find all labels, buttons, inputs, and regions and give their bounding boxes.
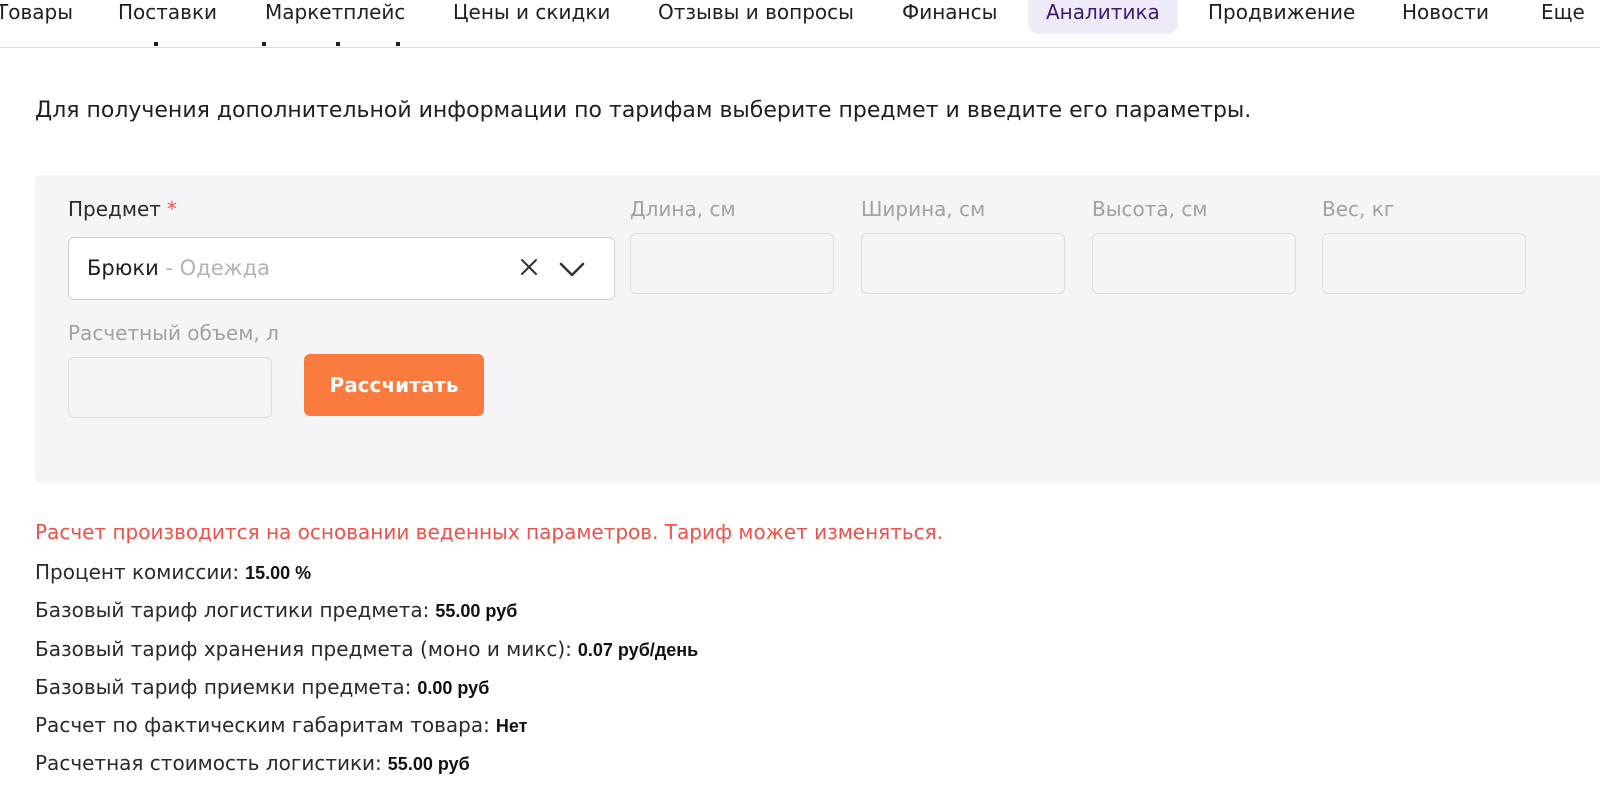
intro-text: Для получения дополнительной информации … (35, 98, 1252, 123)
nav-item-more[interactable]: Еще (1541, 0, 1585, 34)
result-label: Базовый тариф хранения предмета (моно и … (35, 637, 572, 661)
nav-item-finance[interactable]: Финансы (902, 0, 997, 34)
nav-item-news[interactable]: Новости (1402, 0, 1489, 34)
height-label: Высота, см (1092, 197, 1208, 221)
height-input[interactable] (1092, 233, 1296, 294)
nav-item-analytics[interactable]: Аналитика (1028, 0, 1178, 34)
result-value: 0.07 руб/день (577, 640, 699, 660)
nav-item-marketplace[interactable]: Маркетплейс (265, 0, 405, 34)
length-input[interactable] (630, 233, 834, 294)
width-input[interactable] (861, 233, 1065, 294)
required-mark: * (166, 197, 177, 221)
result-row-logistics-cost: Расчетная стоимость логистики: 55.00 руб (35, 751, 470, 775)
result-row-commission: Процент комиссии: 15.00 % (35, 560, 311, 584)
weight-input[interactable] (1322, 233, 1526, 294)
clear-icon[interactable] (517, 255, 541, 279)
tariff-form-panel: Предмет * Брюки - Одежда Длина, см Ширина… (35, 175, 1600, 483)
result-label: Расчетная стоимость логистики: (35, 751, 382, 775)
result-label: Расчет по фактическим габаритам товара: (35, 713, 490, 737)
clipped-text-fragment (150, 36, 420, 46)
result-row-actual-dimensions: Расчет по фактическим габаритам товара: Н… (35, 713, 527, 737)
calculate-button[interactable]: Рассчитать (304, 354, 484, 416)
top-navigation: Товары Поставки Маркетплейс Цены и скидк… (0, 0, 1600, 48)
result-value: 55.00 руб (435, 601, 518, 621)
result-value: Нет (495, 716, 528, 736)
subject-select[interactable]: Брюки - Одежда (68, 237, 615, 300)
width-label: Ширина, см (861, 197, 986, 221)
subject-category: - Одежда (158, 256, 270, 280)
result-value: 0.00 руб (417, 678, 490, 698)
length-label: Длина, см (630, 197, 736, 221)
result-row-logistics-tariff: Базовый тариф логистики предмета: 55.00 р… (35, 598, 517, 622)
volume-label: Расчетный объем, л (68, 321, 279, 345)
result-label: Базовый тариф логистики предмета: (35, 598, 430, 622)
nav-item-reviews[interactable]: Отзывы и вопросы (658, 0, 854, 34)
nav-item-prices[interactable]: Цены и скидки (453, 0, 610, 34)
result-label: Процент комиссии: (35, 560, 240, 584)
weight-label: Вес, кг (1322, 197, 1395, 221)
subject-select-value: Брюки - Одежда (87, 256, 270, 280)
subject-label: Предмет * (68, 197, 177, 221)
nav-item-goods[interactable]: Товары (0, 0, 73, 34)
result-value: 15.00 % (245, 563, 312, 583)
result-label: Базовый тариф приемки предмета: (35, 675, 412, 699)
volume-input[interactable] (68, 357, 272, 418)
result-row-storage-tariff: Базовый тариф хранения предмета (моно и … (35, 637, 698, 661)
subject-value: Брюки (87, 256, 159, 280)
result-value: 55.00 руб (387, 754, 470, 774)
chevron-down-icon[interactable] (557, 256, 587, 282)
nav-item-promotion[interactable]: Продвижение (1208, 0, 1355, 34)
nav-item-supplies[interactable]: Поставки (118, 0, 217, 34)
result-row-acceptance-tariff: Базовый тариф приемки предмета: 0.00 руб (35, 675, 489, 699)
warning-text: Расчет производится на основании веденны… (35, 520, 944, 544)
subject-label-text: Предмет (68, 197, 161, 221)
